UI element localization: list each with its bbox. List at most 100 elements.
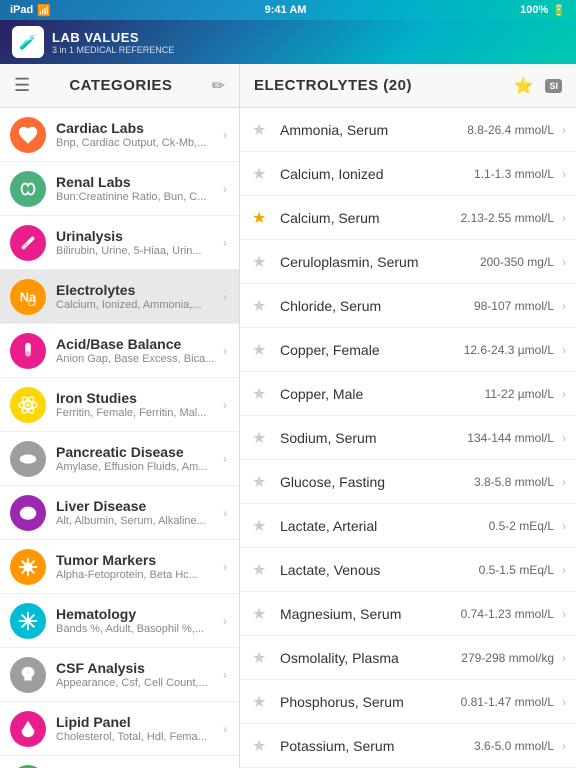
category-arrow-renal: › (223, 182, 227, 196)
category-item-hematology[interactable]: Hematology Bands %, Adult, Basophil %,..… (0, 594, 239, 648)
lab-item[interactable]: ★ Magnesium, Serum 0.74-1.23 mmol/L › (240, 592, 576, 636)
category-item-pancreatic[interactable]: Pancreatic Disease Amylase, Effusion Flu… (0, 432, 239, 486)
category-text-hematology: Hematology Bands %, Adult, Basophil %,..… (56, 606, 223, 635)
category-icon-drug (10, 765, 46, 768)
category-item-urinalysis[interactable]: Urinalysis Bilirubin, Urine, 5-Hiaa, Uri… (0, 216, 239, 270)
star-icon-8[interactable]: ★ (252, 472, 272, 492)
category-item-renal[interactable]: Renal Labs Bun:Creatinine Ratio, Bun, C.… (0, 162, 239, 216)
lab-range-13: 0.81-1.47 mmol/L (461, 695, 554, 709)
category-item-lipid[interactable]: Lipid Panel Cholesterol, Total, Hdl, Fem… (0, 702, 239, 756)
category-item-csf[interactable]: CSF Analysis Appearance, Csf, Cell Count… (0, 648, 239, 702)
star-icon-11[interactable]: ★ (252, 604, 272, 624)
star-icon-4[interactable]: ★ (252, 296, 272, 316)
star-icon-14[interactable]: ★ (252, 736, 272, 756)
category-icon-electrolytes: NaCl (10, 279, 46, 315)
lab-name-8: Glucose, Fasting (280, 474, 474, 490)
category-name-iron: Iron Studies (56, 390, 223, 406)
si-badge[interactable]: SI (545, 79, 562, 93)
category-text-tumor: Tumor Markers Alpha-Fetoprotein, Beta Hc… (56, 552, 223, 581)
category-icon-cardiac (10, 117, 46, 153)
category-item-drug[interactable]: Drug Levels Amikacin, Peak, Amikacin, Tr… (0, 756, 239, 768)
category-sub-csf: Appearance, Csf, Cell Count,... (56, 677, 223, 689)
lab-arrow-2: › (562, 211, 566, 225)
lab-name-13: Phosphorus, Serum (280, 694, 461, 710)
lab-item[interactable]: ★ Chloride, Serum 98-107 mmol/L › (240, 284, 576, 328)
lab-arrow-8: › (562, 475, 566, 489)
lab-item[interactable]: ★ Potassium, Serum 3.6-5.0 mmol/L › (240, 724, 576, 768)
app-logo: 🧪 LAB VALUES 3 in 1 MEDICAL REFERENCE (12, 26, 174, 58)
lab-range-3: 200-350 mg/L (480, 255, 554, 269)
star-icon-13[interactable]: ★ (252, 692, 272, 712)
star-icon-6[interactable]: ★ (252, 384, 272, 404)
lab-item[interactable]: ★ Lactate, Venous 0.5-1.5 mEq/L › (240, 548, 576, 592)
star-icon-10[interactable]: ★ (252, 560, 272, 580)
star-icon-7[interactable]: ★ (252, 428, 272, 448)
category-text-urinalysis: Urinalysis Bilirubin, Urine, 5-Hiaa, Uri… (56, 228, 223, 257)
lab-item[interactable]: ★ Sodium, Serum 134-144 mmol/L › (240, 416, 576, 460)
star-icon-12[interactable]: ★ (252, 648, 272, 668)
category-item-electrolytes[interactable]: NaCl Electrolytes Calcium, Ionized, Ammo… (0, 270, 239, 324)
lab-item[interactable]: ★ Phosphorus, Serum 0.81-1.47 mmol/L › (240, 680, 576, 724)
status-device: iPad (10, 4, 33, 16)
star-icon-5[interactable]: ★ (252, 340, 272, 360)
status-bar: iPad 📶 9:41 AM 100% 🔋 (0, 0, 576, 20)
star-icon-1[interactable]: ★ (252, 164, 272, 184)
lab-arrow-3: › (562, 255, 566, 269)
lab-range-6: 11-22 µmol/L (485, 387, 554, 401)
lab-item[interactable]: ★ Glucose, Fasting 3.8-5.8 mmol/L › (240, 460, 576, 504)
category-icon-hematology (10, 603, 46, 639)
lab-item[interactable]: ★ Copper, Male 11-22 µmol/L › (240, 372, 576, 416)
category-text-lipid: Lipid Panel Cholesterol, Total, Hdl, Fem… (56, 714, 223, 743)
category-item-tumor[interactable]: Tumor Markers Alpha-Fetoprotein, Beta Hc… (0, 540, 239, 594)
right-header-icons: ⭐ SI (514, 76, 562, 96)
lab-arrow-4: › (562, 299, 566, 313)
category-sub-cardiac: Bnp, Cardiac Output, Ck-Mb,... (56, 137, 223, 149)
lab-item[interactable]: ★ Calcium, Serum 2.13-2.55 mmol/L › (240, 196, 576, 240)
lab-item[interactable]: ★ Calcium, Ionized 1.1-1.3 mmol/L › (240, 152, 576, 196)
lab-item[interactable]: ★ Osmolality, Plasma 279-298 mmol/kg › (240, 636, 576, 680)
lab-item[interactable]: ★ Ammonia, Serum 8.8-26.4 mmol/L › (240, 108, 576, 152)
logo-emoji: 🧪 (19, 34, 36, 51)
app-subtitle: 3 in 1 MEDICAL REFERENCE (52, 45, 174, 55)
category-sub-tumor: Alpha-Fetoprotein, Beta Hc... (56, 569, 223, 581)
category-sub-renal: Bun:Creatinine Ratio, Bun, C... (56, 191, 223, 203)
right-panel: ELECTROLYTES (20) ⭐ SI ★ Ammonia, Serum … (240, 64, 576, 768)
lab-range-10: 0.5-1.5 mEq/L (479, 563, 554, 577)
right-panel-title: ELECTROLYTES (20) (254, 77, 412, 94)
category-arrow-tumor: › (223, 560, 227, 574)
lab-item[interactable]: ★ Copper, Female 12.6-24.3 µmol/L › (240, 328, 576, 372)
category-icon-csf (10, 657, 46, 693)
category-item-acidbase[interactable]: Acid/Base Balance Anion Gap, Base Excess… (0, 324, 239, 378)
lab-arrow-0: › (562, 123, 566, 137)
search-icon[interactable]: ⭐ (514, 76, 534, 96)
lab-item[interactable]: ★ Ceruloplasmin, Serum 200-350 mg/L › (240, 240, 576, 284)
category-item-liver[interactable]: Liver Disease Alt, Albumin, Serum, Alkal… (0, 486, 239, 540)
lab-name-12: Osmolality, Plasma (280, 650, 461, 666)
star-icon-0[interactable]: ★ (252, 120, 272, 140)
lab-name-2: Calcium, Serum (280, 210, 461, 226)
right-header: ELECTROLYTES (20) ⭐ SI (240, 64, 576, 108)
lab-range-4: 98-107 mmol/L (474, 299, 554, 313)
edit-icon[interactable]: ✏ (212, 76, 225, 96)
lab-range-11: 0.74-1.23 mmol/L (461, 607, 554, 621)
category-name-urinalysis: Urinalysis (56, 228, 223, 244)
star-icon-2[interactable]: ★ (252, 208, 272, 228)
lab-item[interactable]: ★ Lactate, Arterial 0.5-2 mEq/L › (240, 504, 576, 548)
star-icon-9[interactable]: ★ (252, 516, 272, 536)
menu-icon[interactable]: ☰ (14, 75, 30, 96)
category-sub-electrolytes: Calcium, Ionized, Ammonia,... (56, 299, 223, 311)
lab-arrow-5: › (562, 343, 566, 357)
lab-range-14: 3.6-5.0 mmol/L (474, 739, 554, 753)
category-icon-liver (10, 495, 46, 531)
lab-range-9: 0.5-2 mEq/L (489, 519, 554, 533)
category-arrow-csf: › (223, 668, 227, 682)
category-item-cardiac[interactable]: Cardiac Labs Bnp, Cardiac Output, Ck-Mb,… (0, 108, 239, 162)
category-arrow-electrolytes: › (223, 290, 227, 304)
star-icon-3[interactable]: ★ (252, 252, 272, 272)
category-name-lipid: Lipid Panel (56, 714, 223, 730)
lab-name-1: Calcium, Ionized (280, 166, 474, 182)
lab-range-2: 2.13-2.55 mmol/L (461, 211, 554, 225)
battery-label: 100% (520, 4, 548, 16)
category-item-iron[interactable]: Iron Studies Ferritin, Female, Ferritin,… (0, 378, 239, 432)
lab-range-8: 3.8-5.8 mmol/L (474, 475, 554, 489)
